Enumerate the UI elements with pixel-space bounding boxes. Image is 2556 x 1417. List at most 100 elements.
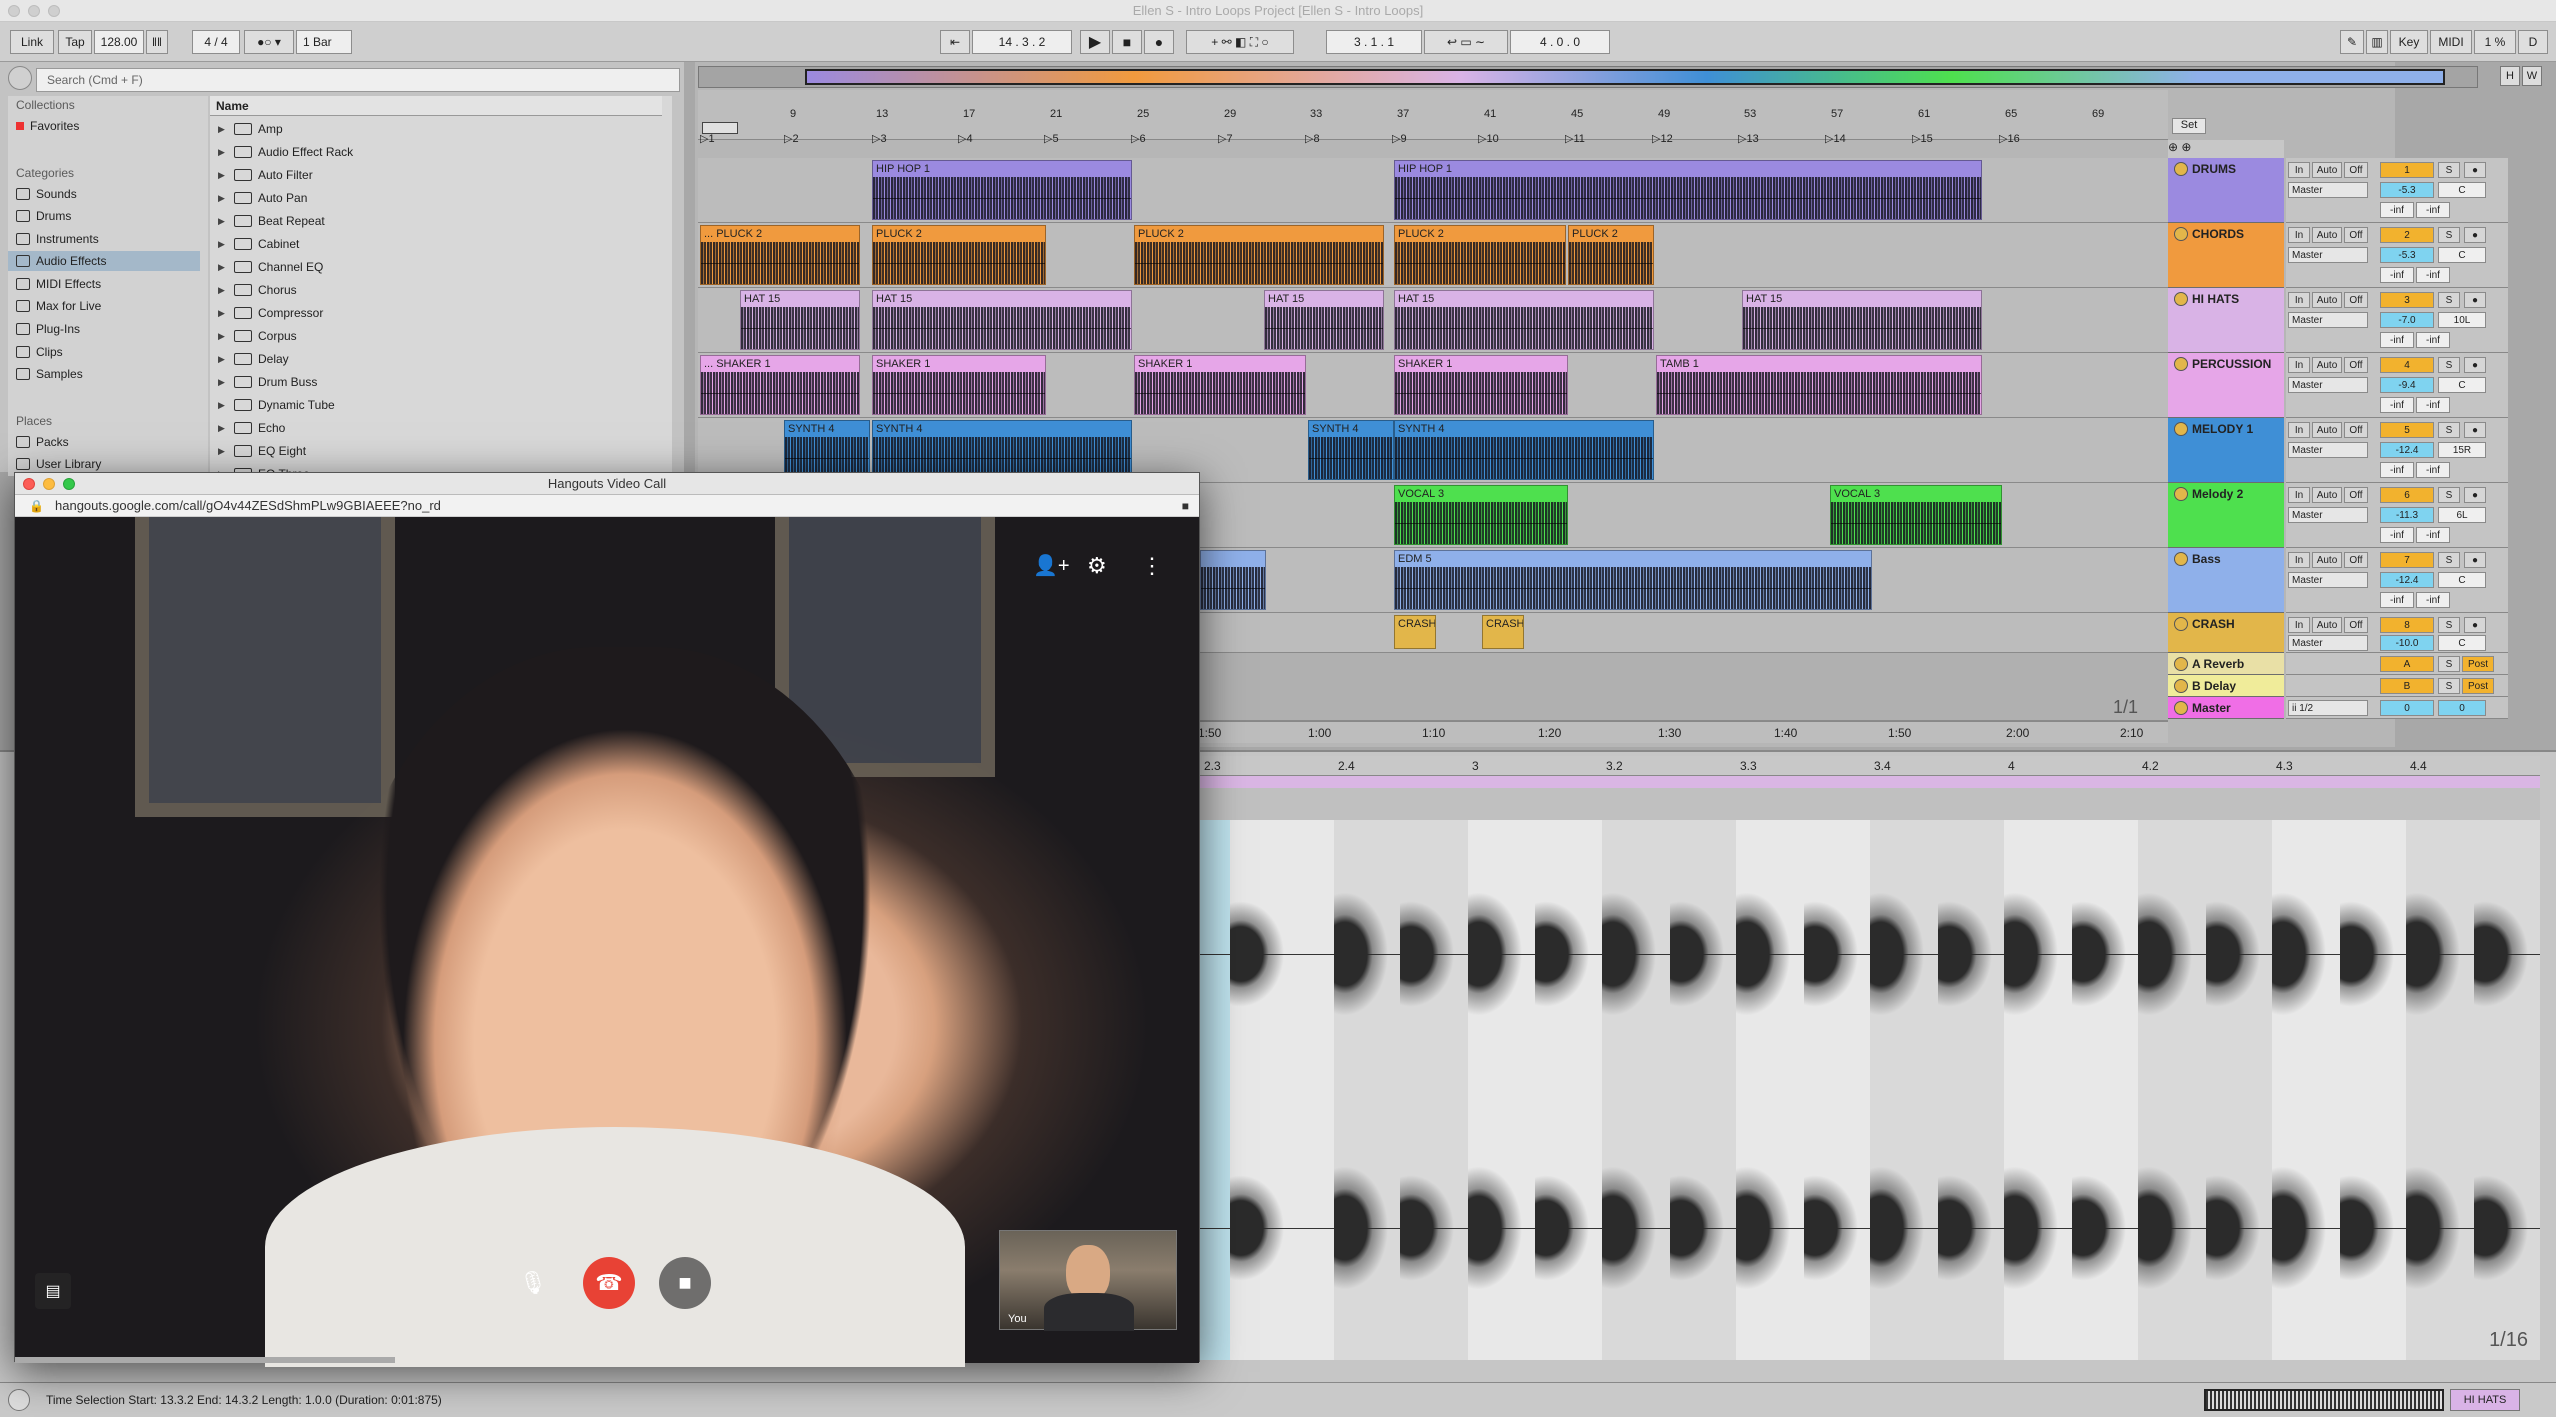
sidebar-item-sounds[interactable]: Sounds — [8, 184, 200, 204]
sidebar-item-packs[interactable]: Packs — [8, 432, 200, 452]
solo-button[interactable]: S — [2438, 292, 2460, 308]
solo-button[interactable]: S — [2438, 617, 2460, 633]
sidebar-item-max-for-live[interactable]: Max for Live — [8, 296, 200, 316]
monitor-off-button[interactable]: Off — [2344, 227, 2368, 243]
arm-button[interactable]: ● — [2464, 617, 2486, 633]
clip-synth[interactable]: SYNTH 4 — [784, 420, 870, 480]
song-position-field[interactable]: 14 . 3 . 2 — [972, 30, 1072, 54]
minimize-window-icon[interactable] — [43, 478, 55, 490]
solo-button[interactable]: S — [2438, 357, 2460, 373]
volume-field[interactable]: -11.3 — [2380, 507, 2434, 523]
list-item[interactable]: ▶ EQ Eight — [218, 440, 658, 462]
clip-vocal[interactable]: VOCAL 3 — [1394, 485, 1568, 545]
scene-marker[interactable]: ▷7 — [1218, 132, 1233, 145]
volume-field[interactable]: -5.3 — [2380, 182, 2434, 198]
scene-marker[interactable]: ▷4 — [958, 132, 973, 145]
output-routing-select[interactable]: Master — [2288, 635, 2368, 651]
list-item[interactable]: ▶ Echo — [218, 417, 658, 439]
fold-icon[interactable] — [2174, 422, 2188, 436]
fold-icon[interactable] — [2174, 227, 2188, 241]
pan-field[interactable]: C — [2438, 635, 2486, 651]
scene-marker[interactable]: ▷13 — [1738, 132, 1759, 145]
hang-up-icon[interactable]: ☎ — [583, 1257, 635, 1309]
monitor-off-button[interactable]: Off — [2344, 617, 2368, 633]
scene-marker[interactable]: ▷16 — [1999, 132, 2020, 145]
play-icon[interactable]: ▶ — [1080, 30, 1110, 54]
track-header-chords[interactable]: CHORDS — [2168, 223, 2284, 288]
scene-marker[interactable]: ▷1 — [700, 132, 715, 145]
monitor-off-button[interactable]: Off — [2344, 292, 2368, 308]
self-view[interactable]: You — [999, 1230, 1177, 1331]
clip-hiphop[interactable]: HIP HOP 1 — [1394, 160, 1982, 220]
scene-marker[interactable]: ▷2 — [784, 132, 799, 145]
pan-field[interactable]: C — [2438, 182, 2486, 198]
sidebar-item-favorites[interactable]: Favorites — [8, 116, 200, 136]
list-item[interactable]: ▶ Auto Pan — [218, 187, 658, 209]
track-header-a-reverb[interactable]: A Reverb — [2168, 653, 2284, 675]
clip-shaker[interactable]: SHAKER 1 — [1134, 355, 1306, 415]
fold-icon[interactable] — [2174, 657, 2188, 671]
clip-hat[interactable]: HAT 15 — [1264, 290, 1384, 350]
solo-button[interactable]: S — [2438, 678, 2460, 694]
solo-button[interactable]: S — [2438, 162, 2460, 178]
expand-icon[interactable]: ▶ — [218, 377, 228, 388]
more-vert-icon[interactable]: ⋮ — [1141, 553, 1163, 579]
monitor-auto-button[interactable]: Auto — [2312, 487, 2342, 503]
name-column-header[interactable]: Name — [210, 96, 662, 116]
expand-icon[interactable]: ▶ — [218, 308, 228, 319]
list-item[interactable]: ▶ Chorus — [218, 279, 658, 301]
midi-map-button[interactable]: MIDI — [2430, 30, 2472, 54]
arm-button[interactable]: ● — [2464, 292, 2486, 308]
scene-marker[interactable]: ▷14 — [1825, 132, 1846, 145]
clip-synth[interactable]: SYNTH 4 — [872, 420, 1132, 480]
sidebar-item-clips[interactable]: Clips — [8, 342, 200, 362]
overdub-tools[interactable]: + ⚯ ◧ ⛶ ○ — [1186, 30, 1294, 54]
sidebar-item-samples[interactable]: Samples — [8, 364, 200, 384]
monitor-off-button[interactable]: Off — [2344, 357, 2368, 373]
video-camera-icon[interactable]: ■ — [659, 1257, 711, 1309]
clip-hat[interactable]: HAT 15 — [1394, 290, 1654, 350]
monitor-auto-button[interactable]: Auto — [2312, 357, 2342, 373]
loop-length-field[interactable]: 4 . 0 . 0 — [1510, 30, 1610, 54]
arm-button[interactable]: ● — [2464, 227, 2486, 243]
scene-marker[interactable]: ▷12 — [1652, 132, 1673, 145]
solo-button[interactable]: S — [2438, 487, 2460, 503]
clip-pluck[interactable]: PLUCK 2 — [1568, 225, 1654, 285]
arm-button[interactable]: ● — [2464, 162, 2486, 178]
track-header-percussion[interactable]: PERCUSSION — [2168, 353, 2284, 418]
overview-selection[interactable] — [805, 69, 2445, 85]
minimize-window-icon[interactable] — [28, 5, 40, 17]
monitor-auto-button[interactable]: Auto — [2312, 227, 2342, 243]
clip-shaker[interactable]: ... SHAKER 1 — [700, 355, 860, 415]
track-header-drums[interactable]: DRUMS — [2168, 158, 2284, 223]
scene-marker[interactable]: ▷3 — [872, 132, 887, 145]
sample-waveform[interactable]: 1/16 — [1200, 820, 2540, 1360]
post-button[interactable]: Post — [2462, 678, 2494, 694]
monitor-in-button[interactable]: In — [2288, 162, 2310, 178]
monitor-in-button[interactable]: In — [2288, 617, 2310, 633]
list-item[interactable]: ▶ Delay — [218, 348, 658, 370]
expand-icon[interactable]: ▶ — [218, 331, 228, 342]
track-activator[interactable]: 8 — [2380, 617, 2434, 633]
zoom-window-icon[interactable] — [63, 478, 75, 490]
list-item[interactable]: ▶ Beat Repeat — [218, 210, 658, 232]
scene-marker[interactable]: ▷5 — [1044, 132, 1059, 145]
keyboard-icon[interactable]: ▥ — [2366, 30, 2388, 54]
pan-field[interactable]: 6L — [2438, 507, 2486, 523]
monitor-off-button[interactable]: Off — [2344, 162, 2368, 178]
track-header-master[interactable]: Master — [2168, 697, 2284, 719]
time-signature-field[interactable]: 4 / 4 — [192, 30, 240, 54]
monitor-auto-button[interactable]: Auto — [2312, 162, 2342, 178]
clip-hat[interactable]: HAT 15 — [1742, 290, 1982, 350]
list-item[interactable]: ▶ Dynamic Tube — [218, 394, 658, 416]
w-toggle-button[interactable]: W — [2522, 66, 2542, 86]
output-routing-select[interactable]: Master — [2288, 572, 2368, 588]
clip-shaker[interactable]: SHAKER 1 — [872, 355, 1046, 415]
expand-icon[interactable]: ▶ — [218, 354, 228, 365]
expand-icon[interactable]: ▶ — [218, 124, 228, 135]
scene-marker[interactable]: ▷10 — [1478, 132, 1499, 145]
stop-icon[interactable]: ■ — [1112, 30, 1142, 54]
scene-marker[interactable]: ▷8 — [1305, 132, 1320, 145]
track-activator[interactable]: A — [2380, 656, 2434, 672]
pan-field[interactable]: 15R — [2438, 442, 2486, 458]
